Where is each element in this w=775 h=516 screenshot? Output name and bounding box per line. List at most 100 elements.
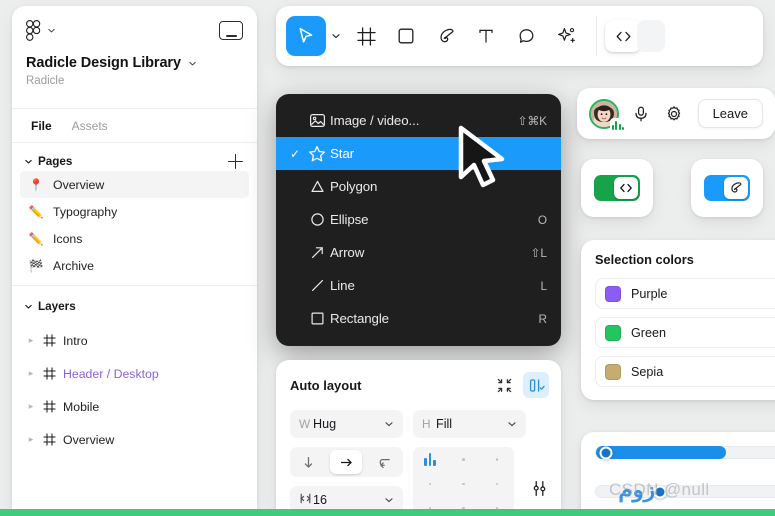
plus-icon[interactable] [228,154,243,169]
chevron-down-icon[interactable] [502,419,522,429]
menu-item-rectangle[interactable]: Rectangle R [276,302,561,335]
file-title-row[interactable]: Radicle Design Library [26,55,243,71]
sliders-icon[interactable] [530,479,549,498]
height-value: Fill [436,417,452,431]
chevron-down-icon[interactable] [379,419,399,429]
chevron-down-icon[interactable] [379,495,399,505]
menu-item-arrow[interactable]: Arrow ⇧L [276,236,561,269]
slider-bottom-thumb[interactable] [654,485,667,498]
layer-item-intro[interactable]: ▸ Intro [20,324,249,357]
sidebar-tabs: File Assets [12,108,257,142]
auto-layout-check-icon[interactable] [523,372,549,398]
chevron-down-icon [47,26,56,35]
comment-tool[interactable] [506,16,546,56]
color-swatch[interactable] [605,364,621,380]
chevron-down-icon [24,157,33,166]
pages-section-label-group[interactable]: Pages [24,155,72,168]
alignment-top-right[interactable] [496,458,499,461]
tool-dropdown[interactable] [326,16,346,56]
left-controls-column: 16 [290,447,403,516]
alignment-top-center[interactable] [462,458,465,461]
menu-item-image-video[interactable]: Image / video... ⇧⌘K [276,104,561,137]
figma-logo-button[interactable] [26,20,56,41]
design-mode-toggle-card[interactable] [691,159,763,217]
frame-tool[interactable] [346,16,386,56]
star-icon [304,145,330,163]
height-field[interactable]: H Fill [413,410,526,438]
alignment-grid[interactable] [413,447,514,516]
alignment-top-left-selected[interactable] [424,452,435,466]
actions-tool[interactable] [546,16,586,56]
microphone-icon[interactable] [630,103,652,125]
text-tool[interactable] [466,16,506,56]
gear-icon[interactable] [663,103,685,125]
code-brackets-icon[interactable] [605,20,641,52]
chevron-right-icon[interactable]: ▸ [26,335,36,346]
menu-item-shortcut: O [538,213,547,227]
chevron-right-icon[interactable]: ▸ [26,401,36,412]
alignment-middle-left[interactable] [429,483,432,486]
menu-item-label: Image / video... [330,113,517,128]
auto-layout-panel: Auto layout [276,360,561,516]
menu-item-star[interactable]: ✓ Star [276,137,561,170]
bottom-green-bar [0,509,775,516]
layers-label: Layers [38,300,76,313]
line-icon [304,277,330,294]
selection-color-row-sepia[interactable]: Sepia [595,356,775,387]
layer-item-mobile[interactable]: ▸ Mobile [20,390,249,423]
slider-bottom[interactable] [595,485,775,498]
layer-item-header-desktop[interactable]: ▸ Header / Desktop [20,357,249,390]
selection-color-row-green[interactable]: Green [595,317,775,348]
color-swatch[interactable] [605,286,621,302]
pen-tool[interactable] [426,16,466,56]
avatar[interactable] [589,99,619,129]
width-field[interactable]: W Hug [290,410,403,438]
slider-top-thumb[interactable] [600,446,613,459]
direction-and-alignment-row: 16 [290,447,549,516]
menu-item-polygon[interactable]: Polygon [276,170,561,203]
sidebar-item-overview-page[interactable]: 📍 Overview [20,171,249,198]
direction-vertical[interactable] [293,450,325,474]
polygon-icon [304,178,330,195]
layers-section-label-group[interactable]: Layers [24,300,76,313]
dev-mode-ghost-slot[interactable] [637,20,665,52]
left-sidebar: Radicle Design Library Radicle File Asse… [12,6,257,510]
menu-item-line[interactable]: Line L [276,269,561,302]
pencil-icon: ✏️ [28,233,44,245]
layers-section-header: Layers [20,298,249,315]
tab-assets[interactable]: Assets [65,111,115,142]
alignment-middle-right[interactable] [496,483,499,486]
slider-top[interactable] [595,446,775,459]
dev-mode-switch[interactable] [594,175,640,201]
chevron-right-icon[interactable]: ▸ [26,434,36,445]
dev-mode-toggle-card[interactable] [581,159,653,217]
direction-wrap[interactable] [368,450,400,474]
rectangle-icon [304,310,330,327]
color-label: Sepia [631,365,663,379]
collapse-arrows-icon[interactable] [491,372,517,398]
collaboration-bar: Leave [577,88,775,139]
panel-layout-icon[interactable] [219,21,243,40]
selection-color-row-purple[interactable]: Purple [595,278,775,309]
chevron-right-icon[interactable]: ▸ [26,368,36,379]
tab-file[interactable]: File [24,111,59,142]
layer-item-overview[interactable]: ▸ Overview [20,423,249,456]
page-label: Icons [53,232,82,246]
sidebar-item-typography-page[interactable]: ✏️ Typography [20,198,249,225]
menu-item-label: Arrow [330,245,531,260]
design-mode-switch[interactable] [704,175,750,201]
team-name: Radicle [26,75,243,87]
leave-button[interactable]: Leave [698,99,763,128]
check-icon: ✓ [286,147,304,161]
ellipse-icon [304,211,330,228]
sidebar-item-archive-page[interactable]: 🏁 Archive [20,252,249,279]
direction-horizontal[interactable] [330,450,362,474]
frame-icon [43,367,56,380]
figma-logo-icon [26,20,41,41]
sidebar-item-icons-page[interactable]: ✏️ Icons [20,225,249,252]
color-swatch[interactable] [605,325,621,341]
rectangle-tool[interactable] [386,16,426,56]
menu-item-ellipse[interactable]: Ellipse O [276,203,561,236]
alignment-middle-center[interactable] [462,483,465,486]
move-tool[interactable] [286,16,326,56]
